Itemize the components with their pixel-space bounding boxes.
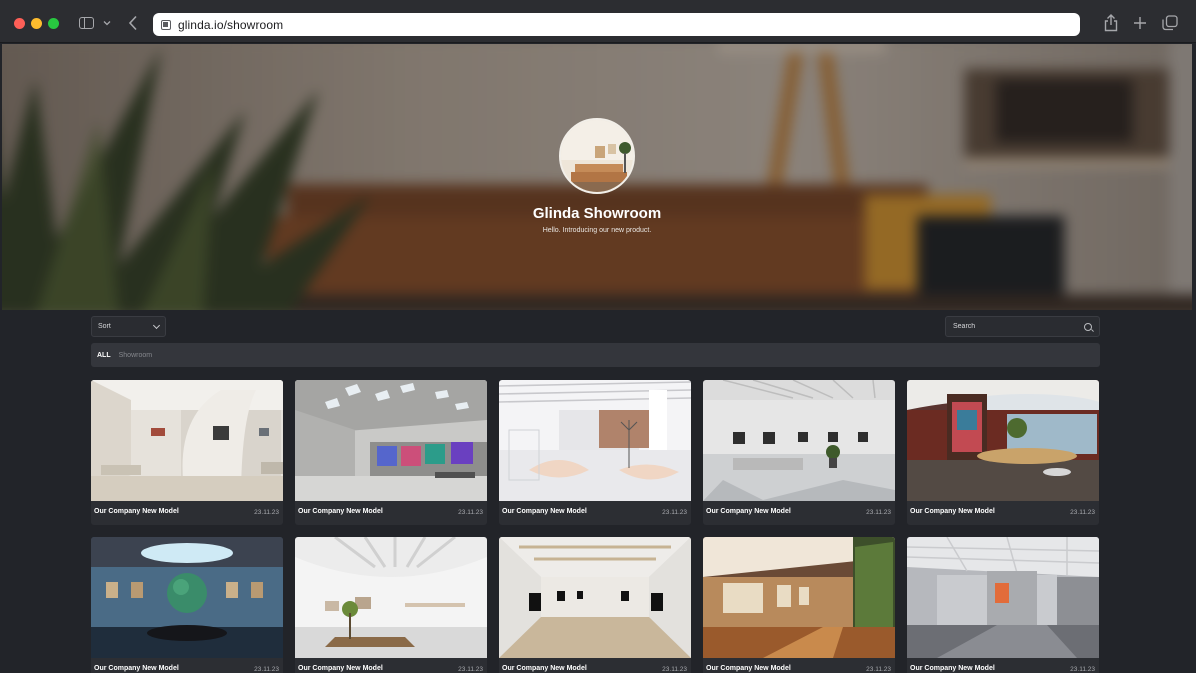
card-date: 23.11.23 <box>662 509 687 516</box>
minimize-window-button[interactable] <box>31 18 42 29</box>
card-title: Our Company New Model <box>706 508 791 515</box>
showroom-card[interactable]: Our Company New Model 23.11.23 <box>907 537 1099 673</box>
card-title: Our Company New Model <box>94 508 179 515</box>
showroom-card[interactable]: Our Company New Model 23.11.23 <box>499 380 691 525</box>
share-icon[interactable] <box>1103 13 1119 33</box>
url-text: glinda.io/showroom <box>178 17 284 32</box>
hero-banner: Glinda Showroom Hello. Introducing our n… <box>2 44 1192 310</box>
showroom-card[interactable]: Our Company New Model 23.11.23 <box>703 380 895 525</box>
card-date: 23.11.23 <box>458 509 483 516</box>
card-title: Our Company New Model <box>910 665 995 672</box>
page-subtitle: Hello. Introducing our new product. <box>542 227 652 234</box>
card-date: 23.11.23 <box>662 666 687 673</box>
page-title: Glinda Showroom <box>532 205 662 222</box>
browser-window: glinda.io/showroom Glinda Showroom Hello… <box>0 0 1196 673</box>
card-title: Our Company New Model <box>706 665 791 672</box>
card-title: Our Company New Model <box>502 508 587 515</box>
filter-tab-bar: ALL Showroom <box>91 343 1100 367</box>
filter-tab-showroom[interactable]: Showroom <box>119 352 152 359</box>
filter-tab-all[interactable]: ALL <box>97 352 111 359</box>
new-tab-plus-icon[interactable] <box>1132 13 1148 33</box>
showroom-card[interactable]: Our Company New Model 23.11.23 <box>91 380 283 525</box>
card-date: 23.11.23 <box>1070 666 1095 673</box>
search-input[interactable] <box>953 323 1063 330</box>
card-date: 23.11.23 <box>254 509 279 516</box>
close-window-button[interactable] <box>14 18 25 29</box>
card-title: Our Company New Model <box>502 665 587 672</box>
showroom-card[interactable]: Our Company New Model 23.11.23 <box>295 380 487 525</box>
address-bar[interactable]: glinda.io/showroom <box>153 13 1080 36</box>
card-date: 23.11.23 <box>866 509 891 516</box>
card-thumbnail[interactable] <box>703 380 895 501</box>
showroom-card[interactable]: Our Company New Model 23.11.23 <box>91 537 283 673</box>
card-thumbnail[interactable] <box>907 537 1099 658</box>
search-field[interactable] <box>945 316 1100 337</box>
card-date: 23.11.23 <box>866 666 891 673</box>
showroom-card[interactable]: Our Company New Model 23.11.23 <box>703 537 895 673</box>
card-title: Our Company New Model <box>298 665 383 672</box>
card-date: 23.11.23 <box>1070 509 1095 516</box>
card-thumbnail[interactable] <box>295 380 487 501</box>
card-date: 23.11.23 <box>458 666 483 673</box>
tab-overview-icon[interactable] <box>1161 13 1179 33</box>
card-thumbnail[interactable] <box>91 537 283 658</box>
showroom-card[interactable]: Our Company New Model 23.11.23 <box>295 537 487 673</box>
card-title: Our Company New Model <box>298 508 383 515</box>
back-arrow-icon[interactable] <box>124 13 142 33</box>
card-date: 23.11.23 <box>254 666 279 673</box>
card-thumbnail[interactable] <box>907 380 1099 501</box>
showroom-avatar <box>559 118 635 194</box>
card-thumbnail[interactable] <box>499 380 691 501</box>
card-thumbnail[interactable] <box>499 537 691 658</box>
card-title: Our Company New Model <box>910 508 995 515</box>
chevron-down-icon[interactable] <box>101 13 113 33</box>
site-favicon-icon <box>161 19 171 30</box>
card-thumbnail[interactable] <box>91 380 283 501</box>
card-thumbnail[interactable] <box>295 537 487 658</box>
sort-label: Sort <box>98 323 111 330</box>
card-thumbnail[interactable] <box>703 537 895 658</box>
zoom-window-button[interactable] <box>48 18 59 29</box>
search-icon[interactable] <box>1084 322 1092 331</box>
sort-dropdown[interactable]: Sort <box>91 316 166 337</box>
showroom-card[interactable]: Our Company New Model 23.11.23 <box>907 380 1099 525</box>
showroom-card[interactable]: Our Company New Model 23.11.23 <box>499 537 691 673</box>
chevron-down-icon <box>152 321 161 329</box>
browser-toolbar: glinda.io/showroom <box>0 0 1196 43</box>
card-title: Our Company New Model <box>94 665 179 672</box>
sidebar-toggle-icon[interactable] <box>76 13 96 33</box>
